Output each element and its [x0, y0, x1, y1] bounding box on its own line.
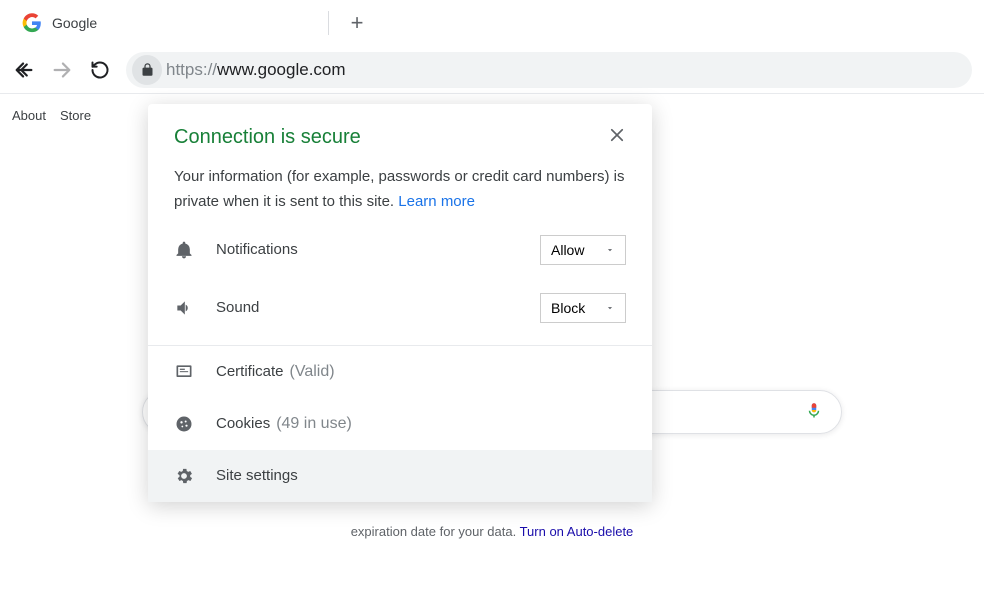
chevron-down-icon	[605, 303, 615, 313]
tab-title: Google	[52, 15, 97, 31]
popover-close-button[interactable]	[608, 126, 626, 149]
permission-row-notifications: Notifications Allow	[148, 221, 652, 279]
popover-description: Your information (for example, passwords…	[148, 149, 652, 221]
plus-icon: +	[351, 10, 364, 36]
site-info-popover: Connection is secure Your information (f…	[148, 104, 652, 502]
permission-row-sound: Sound Block	[148, 279, 652, 337]
cookies-label: Cookies	[202, 415, 270, 432]
site-info-button[interactable]	[132, 55, 162, 85]
certificate-status: (Valid)	[284, 363, 335, 381]
select-value: Block	[551, 300, 585, 316]
toolbar: https://www.google.com	[0, 46, 984, 94]
site-settings-label: Site settings	[202, 467, 298, 484]
certificate-row[interactable]: Certificate (Valid)	[148, 346, 652, 398]
cookies-count: (49 in use)	[270, 415, 352, 433]
certificate-label: Certificate	[202, 363, 284, 380]
select-value: Allow	[551, 242, 584, 258]
lock-icon	[140, 62, 155, 77]
url-host: www.google.com	[217, 60, 346, 80]
cookies-row[interactable]: Cookies (49 in use)	[148, 398, 652, 450]
chevron-down-icon	[605, 245, 615, 255]
learn-more-link[interactable]: Learn more	[398, 193, 475, 210]
site-settings-row[interactable]: Site settings	[148, 450, 652, 502]
bell-icon	[174, 240, 202, 260]
permission-label: Notifications	[202, 241, 540, 258]
promo-suffix: expiration date for your data.	[351, 524, 520, 539]
address-bar[interactable]: https://www.google.com	[126, 52, 972, 88]
new-tab-button[interactable]: +	[343, 9, 371, 37]
cookie-icon	[174, 414, 202, 434]
auto-delete-link[interactable]: Turn on Auto-delete	[520, 524, 634, 539]
tab-divider	[328, 11, 329, 35]
google-favicon-icon	[22, 13, 42, 33]
sound-select[interactable]: Block	[540, 293, 626, 323]
permission-label: Sound	[202, 299, 540, 316]
active-tab[interactable]: Google	[8, 0, 328, 46]
back-button[interactable]	[12, 58, 36, 82]
forward-button[interactable]	[50, 58, 74, 82]
popover-title: Connection is secure	[174, 126, 361, 149]
voice-search-icon[interactable]	[805, 399, 823, 426]
url-scheme: https://	[166, 60, 217, 80]
speaker-icon	[174, 298, 202, 318]
close-icon	[608, 126, 626, 144]
gear-icon	[174, 466, 202, 486]
tab-strip: Google +	[0, 0, 984, 46]
certificate-icon	[174, 362, 202, 382]
notifications-select[interactable]: Allow	[540, 235, 626, 265]
reload-button[interactable]	[88, 58, 112, 82]
promo-text: expiration date for your data. Turn on A…	[0, 524, 984, 539]
